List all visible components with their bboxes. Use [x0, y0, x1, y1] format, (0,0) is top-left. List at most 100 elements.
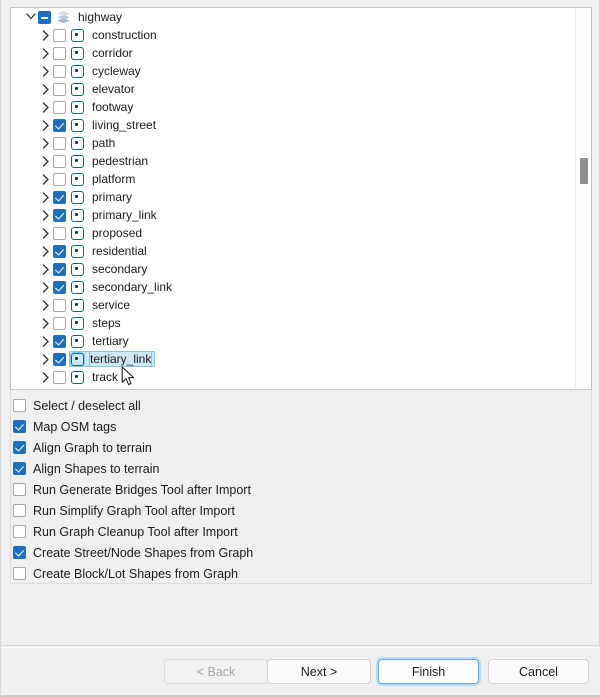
tree-checkbox[interactable]	[53, 316, 66, 330]
tree-row[interactable]: pedestrian	[11, 152, 576, 170]
tree-row[interactable]: path	[11, 134, 576, 152]
tree-checkbox[interactable]	[53, 352, 66, 366]
highway-tag-tree-panel[interactable]: highway construction corridor cycleway eleva…	[10, 7, 592, 390]
cancel-button[interactable]: Cancel	[488, 659, 589, 684]
option-checkbox[interactable]	[13, 525, 26, 538]
tree-row[interactable]: secondary_link	[11, 278, 576, 296]
tree-row[interactable]: primary	[11, 188, 576, 206]
tree-checkbox[interactable]	[53, 244, 66, 258]
leaf-node-icon	[71, 46, 84, 60]
chevron-right-icon[interactable]	[40, 62, 53, 80]
chevron-right-icon[interactable]	[40, 278, 53, 296]
leaf-node-icon	[71, 190, 84, 204]
tree-row[interactable]: residential	[11, 242, 576, 260]
option-label: Run Generate Bridges Tool after Import	[33, 482, 251, 497]
tree-row-label: corridor	[92, 46, 133, 60]
tree-checkbox[interactable]	[53, 64, 66, 78]
tree-checkbox[interactable]	[53, 298, 66, 312]
tree-row[interactable]: platform	[11, 170, 576, 188]
chevron-right-icon[interactable]	[40, 44, 53, 62]
tree-row[interactable]: cycleway	[11, 62, 576, 80]
tree-row[interactable]: elevator	[11, 80, 576, 98]
option-row[interactable]: Run Generate Bridges Tool after Import	[13, 479, 592, 500]
tree-row-highway[interactable]: highway	[11, 8, 576, 26]
tree-row[interactable]: secondary	[11, 260, 576, 278]
tree-vertical-scrollbar-thumb[interactable]	[580, 158, 588, 184]
option-label: Map OSM tags	[33, 419, 117, 434]
tree-row-selection-highlight[interactable]: tertiary_link	[69, 351, 156, 367]
option-row[interactable]: Align Graph to terrain	[13, 437, 592, 458]
tree-checkbox[interactable]	[53, 100, 66, 114]
tree-row[interactable]: footway	[11, 98, 576, 116]
tree-row[interactable]: track	[11, 368, 576, 386]
tree-row-label: footway	[92, 100, 134, 114]
tree-checkbox-highway[interactable]	[38, 10, 51, 24]
chevron-right-icon[interactable]	[40, 206, 53, 224]
tree-row-label: pedestrian	[92, 154, 149, 168]
option-checkbox[interactable]	[13, 546, 26, 559]
chevron-right-icon[interactable]	[40, 368, 53, 386]
chevron-right-icon[interactable]	[40, 116, 53, 134]
chevron-right-icon[interactable]	[40, 350, 53, 368]
option-row[interactable]: Run Graph Cleanup Tool after Import	[13, 521, 592, 542]
chevron-right-icon[interactable]	[40, 332, 53, 350]
tree-row[interactable]: service	[11, 296, 576, 314]
chevron-right-icon[interactable]	[40, 314, 53, 332]
tree-row[interactable]: steps	[11, 314, 576, 332]
tree-row[interactable]: living_street	[11, 116, 576, 134]
chevron-right-icon[interactable]	[40, 296, 53, 314]
option-row[interactable]: Map OSM tags	[13, 416, 592, 437]
tree-checkbox[interactable]	[53, 190, 66, 204]
option-checkbox[interactable]	[13, 567, 26, 580]
option-row[interactable]: Create Street/Node Shapes from Graph	[13, 542, 592, 563]
tree-row[interactable]: tertiary	[11, 332, 576, 350]
option-checkbox[interactable]	[13, 441, 26, 454]
chevron-right-icon[interactable]	[40, 152, 53, 170]
leaf-node-icon	[71, 208, 84, 222]
tree-checkbox[interactable]	[53, 172, 66, 186]
next-button[interactable]: Next >	[267, 659, 371, 684]
option-row[interactable]: Select / deselect all	[13, 395, 592, 416]
tree-checkbox[interactable]	[53, 28, 66, 42]
option-checkbox[interactable]	[13, 420, 26, 433]
option-label: Select / deselect all	[33, 398, 141, 413]
tree-checkbox[interactable]	[53, 82, 66, 96]
back-button[interactable]: < Back	[164, 659, 268, 684]
option-row[interactable]: Create Block/Lot Shapes from Graph	[13, 563, 592, 584]
option-checkbox[interactable]	[13, 462, 26, 475]
chevron-right-icon[interactable]	[40, 80, 53, 98]
option-checkbox[interactable]	[13, 399, 26, 412]
tree-checkbox[interactable]	[53, 226, 66, 240]
tree-checkbox[interactable]	[53, 334, 66, 348]
chevron-right-icon[interactable]	[40, 224, 53, 242]
finish-button[interactable]: Finish	[378, 659, 479, 684]
chevron-right-icon[interactable]	[40, 170, 53, 188]
chevron-down-icon[interactable]	[25, 8, 38, 26]
chevron-right-icon[interactable]	[40, 188, 53, 206]
option-row[interactable]: Align Shapes to terrain	[13, 458, 592, 479]
tree-row[interactable]: proposed	[11, 224, 576, 242]
tree-row-label: tertiary_link	[89, 351, 153, 367]
tree-checkbox[interactable]	[53, 370, 66, 384]
tree-row[interactable]: tertiary_link	[11, 350, 576, 368]
tree-row-label: primary_link	[92, 208, 157, 222]
tree-checkbox[interactable]	[53, 208, 66, 222]
chevron-right-icon[interactable]	[40, 98, 53, 116]
tree-vertical-scrollbar-track[interactable]	[575, 8, 591, 389]
tree-row[interactable]: corridor	[11, 44, 576, 62]
tree-checkbox[interactable]	[53, 118, 66, 132]
option-checkbox[interactable]	[13, 504, 26, 517]
chevron-right-icon[interactable]	[40, 26, 53, 44]
tree-checkbox[interactable]	[53, 46, 66, 60]
chevron-right-icon[interactable]	[40, 242, 53, 260]
tree-checkbox[interactable]	[53, 280, 66, 294]
tree-row[interactable]: primary_link	[11, 206, 576, 224]
option-row[interactable]: Run Simplify Graph Tool after Import	[13, 500, 592, 521]
chevron-right-icon[interactable]	[40, 260, 53, 278]
tree-checkbox[interactable]	[53, 262, 66, 276]
option-checkbox[interactable]	[13, 483, 26, 496]
tree-checkbox[interactable]	[53, 154, 66, 168]
tree-checkbox[interactable]	[53, 136, 66, 150]
tree-row[interactable]: construction	[11, 26, 576, 44]
chevron-right-icon[interactable]	[40, 134, 53, 152]
